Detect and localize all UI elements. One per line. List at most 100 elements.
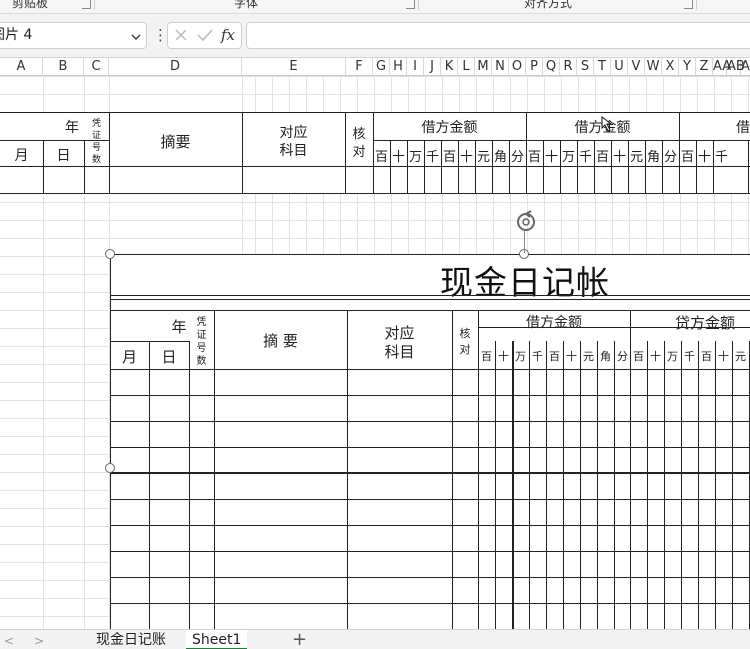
sheet-tab-bar: < > 现金日记账 Sheet1 + — [0, 629, 750, 649]
cancel-icon[interactable] — [174, 23, 188, 55]
column-header[interactable]: S — [577, 58, 594, 75]
ribbon-separator — [696, 0, 697, 10]
column-header[interactable]: B — [43, 58, 84, 75]
tab-prev-icon[interactable]: < — [4, 634, 14, 648]
account-label: 科目 — [384, 343, 415, 361]
column-header[interactable]: Z — [696, 58, 713, 75]
digit-label: 十 — [718, 350, 729, 363]
formula-input[interactable] — [246, 22, 750, 49]
digit-column-line — [512, 341, 514, 629]
column-header[interactable]: J — [424, 58, 441, 75]
table-line — [452, 310, 453, 629]
gridline — [0, 220, 242, 221]
summary-label: 摘 要 — [263, 332, 298, 350]
column-header[interactable]: T — [594, 58, 611, 75]
digit-label: 百 — [633, 350, 644, 363]
digit-column-line — [614, 341, 615, 629]
digit-column-line — [580, 341, 581, 629]
ledger-line — [0, 166, 750, 167]
column-header[interactable]: F — [346, 58, 373, 75]
account-label: 科目 — [279, 143, 308, 159]
column-header[interactable]: M — [475, 58, 492, 75]
digit-column-line — [495, 341, 496, 629]
table-line — [189, 341, 190, 629]
column-header[interactable]: AA — [713, 58, 731, 75]
add-sheet-button[interactable]: + — [292, 630, 307, 649]
table-row-line — [110, 577, 750, 578]
digit-label: 千 — [578, 150, 592, 165]
digit-label: 万 — [561, 150, 575, 165]
column-header[interactable]: K — [441, 58, 458, 75]
font-launcher-icon[interactable] — [406, 0, 415, 9]
digit-label: 元 — [476, 150, 490, 165]
chevron-down-icon[interactable] — [130, 28, 142, 53]
ledger-box: 年月日凭证号数摘要对应科目核对借方金额借方金额借方百十万千百十元角分百十万千百十… — [0, 112, 750, 194]
ribbon-group-clipboard: 剪贴板 — [12, 0, 49, 10]
column-header[interactable]: H — [390, 58, 407, 75]
column-header[interactable]: AC — [741, 58, 750, 75]
insert-function-icon[interactable]: fx — [221, 23, 235, 48]
check-label: 核 — [459, 327, 471, 340]
resize-handle-top-left[interactable] — [105, 249, 115, 259]
month-label: 月 — [14, 148, 29, 164]
column-header[interactable]: V — [628, 58, 645, 75]
day-label: 日 — [56, 148, 71, 164]
year-label: 年 — [171, 318, 187, 336]
digit-label: 元 — [735, 350, 746, 363]
column-header[interactable]: L — [458, 58, 475, 75]
column-header[interactable]: A — [0, 58, 43, 75]
column-headers: ABCDEFGHIJKLMNOPQRSTUVWXYZAAABAC — [0, 57, 750, 76]
column-header[interactable]: Q — [543, 58, 560, 75]
digit-label: 千 — [425, 150, 439, 165]
table-row-line — [110, 447, 750, 448]
digit-label: 百 — [374, 150, 388, 165]
column-header[interactable]: P — [526, 58, 543, 75]
digit-label: 角 — [493, 150, 507, 165]
name-box-value: 图片 4 — [0, 27, 33, 43]
column-header[interactable]: AB — [727, 58, 745, 75]
column-header[interactable]: W — [645, 58, 662, 75]
digit-label: 万 — [667, 350, 678, 363]
column-header[interactable]: I — [407, 58, 424, 75]
more-options-icon[interactable]: ⋮ — [153, 22, 168, 49]
digit-column-line — [732, 341, 733, 629]
table-row-line — [110, 551, 750, 552]
table-row-line — [110, 525, 750, 526]
column-header[interactable]: X — [662, 58, 679, 75]
table-row-line — [110, 603, 750, 604]
day-label: 日 — [161, 348, 177, 366]
digit-label: 元 — [629, 150, 643, 165]
table-line — [110, 310, 750, 311]
column-header[interactable]: N — [492, 58, 509, 75]
column-header[interactable]: R — [560, 58, 577, 75]
formula-bar: 图片 4 ⋮ fx — [0, 14, 750, 57]
column-header[interactable]: O — [509, 58, 526, 75]
tab-next-icon[interactable]: > — [34, 634, 44, 648]
check-icon[interactable] — [197, 23, 213, 55]
digit-label: 分 — [617, 350, 628, 363]
resize-handle-left[interactable] — [105, 463, 115, 473]
column-header[interactable]: C — [84, 58, 109, 75]
tab-cash-journal[interactable]: 现金日记账 — [90, 630, 172, 649]
name-box[interactable]: 图片 4 — [0, 22, 147, 49]
sheet-grid[interactable]: 年月日凭证号数摘要对应科目核对借方金额借方金额借方百十万千百十元角分百十万千百十… — [0, 76, 750, 629]
digit-label: 分 — [510, 150, 524, 165]
ledger-picture[interactable]: 现金日记帐 年月日凭证号数摘 要对应 科目核对借方金额 贷方金额百十万千百十元角分百… — [110, 254, 750, 629]
account-label: 对应 — [279, 125, 308, 141]
gridline — [0, 238, 242, 239]
digit-column-line — [597, 341, 598, 629]
tab-sheet1[interactable]: Sheet1 — [186, 630, 248, 649]
ribbon-separator — [94, 0, 95, 10]
digit-label: 十 — [566, 350, 577, 363]
digit-label: 十 — [544, 150, 558, 165]
column-header[interactable]: U — [611, 58, 628, 75]
rotate-icon[interactable] — [513, 209, 539, 235]
clipboard-launcher-icon[interactable] — [82, 0, 91, 9]
column-header[interactable]: Y — [679, 58, 696, 75]
digit-label: 角 — [646, 150, 660, 165]
column-header[interactable]: D — [109, 58, 242, 75]
alignment-launcher-icon[interactable] — [684, 0, 693, 9]
picture-border — [110, 254, 750, 255]
column-header[interactable]: G — [373, 58, 390, 75]
column-header[interactable]: E — [242, 58, 346, 75]
